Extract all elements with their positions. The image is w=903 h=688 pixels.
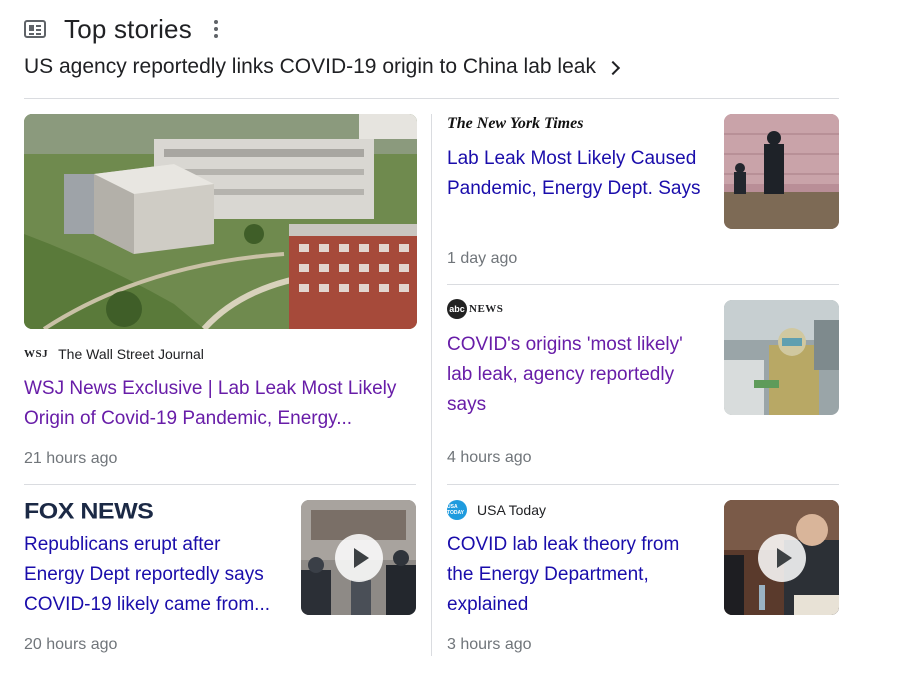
- story-headline[interactable]: COVID's origins 'most likely' lab leak, …: [447, 330, 717, 420]
- story-thumbnail[interactable]: [724, 114, 839, 229]
- headline-line: Energy Dept reportedly says: [24, 564, 264, 585]
- story-thumbnail[interactable]: [24, 114, 417, 329]
- story-time: 3 hours ago: [447, 636, 532, 653]
- top-stories-header: Top stories: [24, 14, 218, 44]
- story-divider: [447, 484, 839, 485]
- story-divider: [24, 484, 416, 485]
- headline-line: Origin of Covid-19 Pandemic, Energy...: [24, 408, 353, 429]
- publisher-name: The Wall Street Journal: [58, 346, 204, 362]
- column-divider: [431, 114, 432, 656]
- headline-line: Lab Leak Most Likely Caused: [447, 148, 697, 169]
- section-title: Top stories: [64, 13, 192, 44]
- hospital-worker-photo: [724, 300, 839, 415]
- wsj-logo: WSJ: [24, 348, 49, 360]
- play-icon: [757, 533, 806, 582]
- story-headline[interactable]: COVID lab leak theory from the Energy De…: [447, 530, 717, 620]
- chevron-right-icon: [605, 60, 621, 76]
- story-time: 4 hours ago: [447, 449, 532, 466]
- publisher-row: USA TODAY USA Today: [447, 500, 546, 520]
- story-time: 1 day ago: [447, 250, 518, 267]
- fox-news-logo: FOX NEWS: [24, 497, 154, 524]
- play-icon: [334, 533, 383, 582]
- story-divider: [447, 284, 839, 285]
- publisher-row: The New York Times: [447, 114, 583, 134]
- guards-photo: [724, 114, 839, 229]
- story-headline[interactable]: Lab Leak Most Likely Caused Pandemic, En…: [447, 144, 717, 204]
- wuhan-lab-photo: [24, 114, 417, 329]
- headline-line: explained: [447, 594, 529, 615]
- abc-news-wordmark: NEWS: [469, 303, 504, 315]
- headline-line: Republicans erupt after: [24, 534, 221, 555]
- publisher-row: abc NEWS: [447, 299, 503, 319]
- publisher-name: USA Today: [477, 502, 547, 518]
- headline-line: says: [447, 394, 487, 415]
- headline-line: COVID-19 likely came from...: [24, 594, 270, 615]
- headline-line: lab leak, agency reportedly: [447, 364, 675, 385]
- usa-today-logo: USA TODAY: [447, 500, 467, 520]
- story-video-thumbnail[interactable]: [724, 500, 839, 615]
- story-time: 21 hours ago: [24, 450, 118, 467]
- headline-line: the Energy Department,: [447, 564, 649, 585]
- publisher-row: WSJ The Wall Street Journal: [24, 344, 204, 364]
- headline-line: WSJ News Exclusive | Lab Leak Most Likel…: [24, 378, 397, 399]
- topic-link[interactable]: US agency reportedly links COVID-19 orig…: [24, 52, 621, 82]
- abc-logo: abc: [447, 299, 467, 319]
- headline-line: COVID lab leak theory from: [447, 534, 680, 555]
- header-divider: [24, 98, 839, 99]
- story-thumbnail[interactable]: [724, 300, 839, 415]
- story-video-thumbnail[interactable]: [301, 500, 416, 615]
- headline-line: Pandemic, Energy Dept. Says: [447, 178, 701, 199]
- headline-line: COVID's origins 'most likely': [447, 334, 683, 355]
- nyt-logo: The New York Times: [447, 115, 584, 132]
- more-options-icon[interactable]: [213, 20, 218, 38]
- story-headline[interactable]: WSJ News Exclusive | Lab Leak Most Likel…: [24, 374, 419, 434]
- story-time: 20 hours ago: [24, 636, 118, 653]
- story-headline[interactable]: Republicans erupt after Energy Dept repo…: [24, 530, 294, 620]
- topic-title: US agency reportedly links COVID-19 orig…: [24, 55, 596, 78]
- newspaper-icon: [24, 20, 46, 38]
- publisher-row: FOX NEWS: [24, 497, 154, 524]
